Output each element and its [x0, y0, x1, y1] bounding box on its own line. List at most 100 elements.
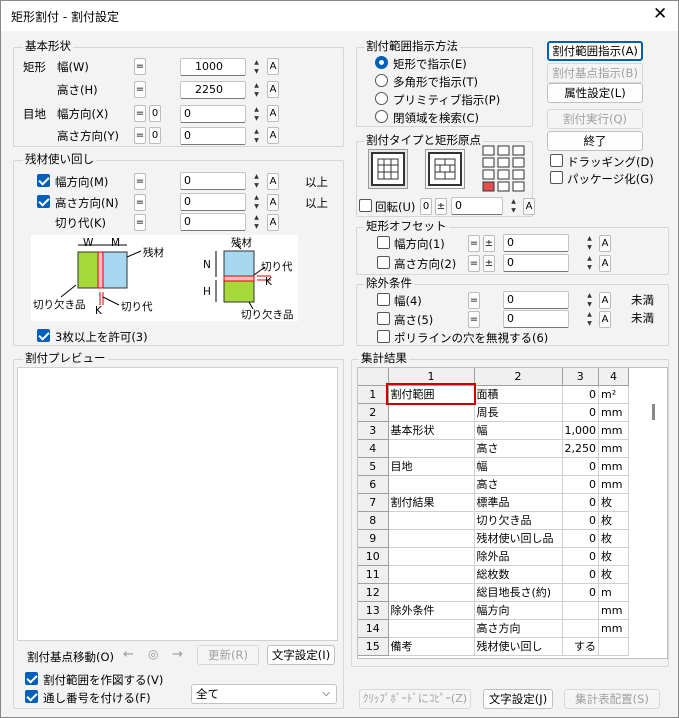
- cell-unit[interactable]: 枚: [598, 547, 629, 566]
- joint-height-zero-button[interactable]: 0: [149, 127, 161, 144]
- radio-polygon[interactable]: [375, 74, 388, 87]
- row-header[interactable]: 9: [358, 529, 389, 548]
- cell-value[interactable]: 0: [562, 565, 599, 584]
- preview-canvas[interactable]: [17, 367, 338, 641]
- range-button[interactable]: 割付範囲指示(A): [547, 41, 643, 61]
- base-point-button[interactable]: 割付基点指示(B): [547, 63, 643, 83]
- cell-unit[interactable]: mm: [598, 421, 629, 440]
- remnant-height-eq-button[interactable]: =: [134, 194, 146, 211]
- height-a-button[interactable]: A: [267, 81, 279, 98]
- exclude-height-eq-button[interactable]: =: [468, 311, 480, 328]
- row-header[interactable]: 15: [358, 637, 389, 656]
- row-header[interactable]: 4: [358, 439, 389, 458]
- rotate-pm-button[interactable]: ±: [435, 198, 447, 215]
- cell-item[interactable]: 幅: [474, 457, 563, 476]
- serial-checkbox[interactable]: [25, 690, 38, 703]
- cell-value[interactable]: する: [562, 637, 599, 656]
- width-a-button[interactable]: A: [267, 58, 279, 75]
- remnant-width-eq-button[interactable]: =: [134, 173, 146, 190]
- cell-unit[interactable]: 枚: [598, 493, 629, 512]
- cell-item[interactable]: 残材使い回し: [474, 637, 563, 656]
- cell-unit[interactable]: [598, 637, 629, 656]
- table-row[interactable]: 1 割付範囲 面積 0 m²: [358, 383, 629, 405]
- row-header[interactable]: 13: [358, 601, 389, 620]
- cell-item[interactable]: 幅方向: [474, 601, 563, 620]
- remnant-height-checkbox[interactable]: [37, 195, 50, 208]
- move-center-button[interactable]: ◎: [148, 647, 158, 661]
- cell-category[interactable]: 割付結果: [388, 493, 475, 512]
- remnant-width-input[interactable]: 0: [180, 172, 246, 190]
- joint-width-a-button[interactable]: A: [267, 105, 279, 122]
- height-eq-button[interactable]: =: [134, 81, 146, 98]
- end-button[interactable]: 終了: [547, 131, 643, 151]
- rotate-a-button[interactable]: A: [523, 198, 535, 215]
- polyline-checkbox[interactable]: [377, 330, 390, 343]
- row-header[interactable]: 3: [358, 421, 389, 440]
- row-header[interactable]: 8: [358, 511, 389, 530]
- move-left-button[interactable]: ←: [123, 647, 134, 662]
- rotate-zero-button[interactable]: 0: [420, 198, 432, 215]
- table-row[interactable]: 7 割付結果 標準品 0 枚: [358, 493, 629, 512]
- offset-width-eq-button[interactable]: =: [468, 235, 480, 252]
- table-row[interactable]: 13 除外条件 幅方向 mm: [358, 601, 629, 620]
- joint-height-eq-button[interactable]: =: [134, 127, 146, 144]
- cut-spinner[interactable]: ▲ ▼: [251, 213, 262, 231]
- cell-category[interactable]: 目地: [388, 457, 475, 476]
- exclude-height-spinner[interactable]: ▲ ▼: [584, 310, 595, 328]
- offset-width-a-button[interactable]: A: [599, 235, 611, 252]
- row-header[interactable]: 6: [358, 475, 389, 494]
- cell-value[interactable]: 0: [562, 475, 599, 494]
- table-row[interactable]: 10 除外品 0 枚: [358, 547, 629, 566]
- offset-width-checkbox[interactable]: [377, 236, 390, 249]
- cell-unit[interactable]: mm: [598, 619, 629, 638]
- cell-value[interactable]: 0: [562, 403, 599, 422]
- cell-item[interactable]: 幅: [474, 421, 563, 440]
- width-eq-button[interactable]: =: [134, 58, 146, 75]
- cell-category[interactable]: [388, 583, 475, 602]
- origin-selector[interactable]: [480, 143, 526, 193]
- exclude-width-input[interactable]: 0: [503, 291, 569, 309]
- radio-closed[interactable]: [375, 110, 388, 123]
- cell-item[interactable]: 高さ: [474, 475, 563, 494]
- offset-width-pm-button[interactable]: ±: [483, 235, 495, 252]
- cell-unit[interactable]: m: [598, 583, 629, 602]
- cell-category[interactable]: [388, 403, 475, 422]
- row-header[interactable]: 7: [358, 493, 389, 512]
- preview-font-button[interactable]: 文字設定(I): [267, 645, 335, 665]
- cell-unit[interactable]: mm: [598, 601, 629, 620]
- close-icon[interactable]: ✕: [653, 4, 667, 24]
- table-row[interactable]: 2 周長 0 mm: [358, 403, 629, 422]
- cell-value[interactable]: [562, 619, 599, 638]
- cell-value[interactable]: 0: [562, 511, 599, 530]
- cut-input[interactable]: 0: [180, 213, 246, 231]
- cell-value[interactable]: 0: [562, 493, 599, 512]
- exclude-height-checkbox[interactable]: [377, 312, 390, 325]
- exclude-width-eq-button[interactable]: =: [468, 292, 480, 309]
- draw-range-checkbox[interactable]: [25, 672, 38, 685]
- offset-height-pm-button[interactable]: ±: [483, 255, 495, 272]
- col-header-1[interactable]: 1: [388, 368, 475, 386]
- move-right-button[interactable]: →: [172, 647, 183, 662]
- table-row[interactable]: 6 高さ 0 mm: [358, 475, 629, 494]
- table-vscroll-thumb[interactable]: [652, 404, 655, 420]
- offset-width-spinner[interactable]: ▲ ▼: [584, 234, 595, 252]
- cell-item[interactable]: 高さ方向: [474, 619, 563, 638]
- joint-width-input[interactable]: 0: [180, 105, 246, 123]
- cell-unit[interactable]: mm: [598, 475, 629, 494]
- cell-value[interactable]: 0: [562, 385, 599, 404]
- cell-unit[interactable]: mm: [598, 457, 629, 476]
- height-input[interactable]: 2250: [180, 81, 246, 99]
- row-header[interactable]: 14: [358, 619, 389, 638]
- offset-height-spinner[interactable]: ▲ ▼: [584, 254, 595, 272]
- cell-category[interactable]: [388, 619, 475, 638]
- execute-button[interactable]: 割付実行(Q): [547, 109, 643, 129]
- joint-width-spinner[interactable]: ▲ ▼: [251, 105, 262, 123]
- table-row[interactable]: 11 総枚数 0 枚: [358, 565, 629, 584]
- package-checkbox[interactable]: [550, 171, 563, 184]
- result-table[interactable]: 1 2 3 4 1 割付範囲 面積 0 m² 2 周長 0 mm 3 基本形状幅 1,000 mm 4 高さ…: [357, 367, 668, 659]
- cell-unit[interactable]: 枚: [598, 511, 629, 530]
- cell-unit[interactable]: m²: [598, 385, 629, 404]
- col-header-2[interactable]: 2: [474, 368, 563, 386]
- type-grid-button[interactable]: [368, 149, 408, 189]
- exclude-width-checkbox[interactable]: [377, 293, 390, 306]
